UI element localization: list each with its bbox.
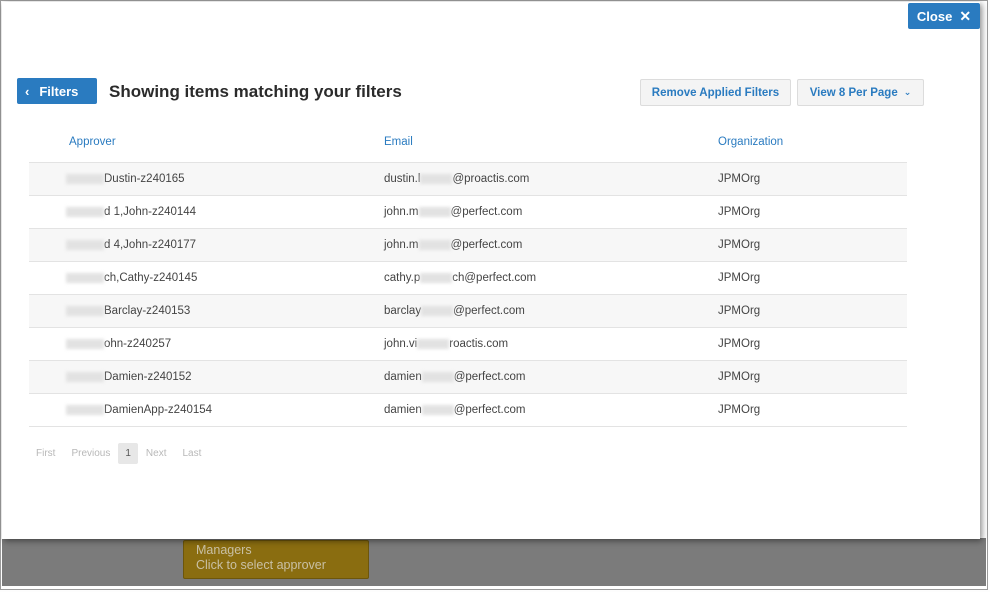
header-approver[interactable]: Approver xyxy=(69,136,116,148)
email-cell: cathy.p ch@perfect.com xyxy=(384,272,537,284)
redacted-block xyxy=(420,173,453,184)
redacted-block xyxy=(66,305,104,316)
redacted-block xyxy=(417,338,450,349)
chevron-left-icon: ‹ xyxy=(25,83,30,99)
email-cell: john.m @perfect.com xyxy=(384,239,523,251)
filters-label: Filters xyxy=(39,83,79,99)
table-row[interactable]: DamienApp-z240154 damien @perfect.com JPM… xyxy=(29,394,907,427)
managers-card-title: Managers xyxy=(196,543,252,557)
approver-cell: Barclay-z240153 xyxy=(66,305,190,317)
table-row[interactable]: d 1,John-z240144 john.m @perfect.com JPMO… xyxy=(29,196,907,229)
redacted-block xyxy=(421,305,454,316)
table-row[interactable]: d 4,John-z240177 john.m @perfect.com JPMO… xyxy=(29,229,907,262)
approver-cell: ch,Cathy-z240145 xyxy=(66,272,197,284)
per-page-label: View 8 Per Page xyxy=(809,86,898,99)
pager-previous[interactable]: Previous xyxy=(71,448,110,459)
redacted-block xyxy=(66,239,104,250)
table-row[interactable]: Damien-z240152 damien @perfect.com JPMOrg xyxy=(29,361,907,394)
chevron-down-icon: ⌄ xyxy=(903,87,912,97)
redacted-block xyxy=(66,338,104,349)
table-row[interactable]: ch,Cathy-z240145 cathy.p ch@perfect.com J… xyxy=(29,262,907,295)
organization-cell: JPMOrg xyxy=(718,206,761,218)
email-cell: damien @perfect.com xyxy=(384,404,526,416)
organization-cell: JPMOrg xyxy=(718,404,761,416)
email-cell: john.m @perfect.com xyxy=(384,206,523,218)
table-body: Dustin-z240165 dustin.l @proactis.com JPM… xyxy=(29,163,907,427)
redacted-block xyxy=(66,272,104,283)
approver-cell: Dustin-z240165 xyxy=(66,173,185,185)
approver-cell: DamienApp-z240154 xyxy=(66,404,212,416)
approver-table: Approver Email Organization Dustin-z2401… xyxy=(29,128,907,427)
close-button[interactable]: Close ✕ xyxy=(908,3,980,29)
approver-cell: ohn-z240257 xyxy=(66,338,171,350)
overlay-shade xyxy=(2,538,986,586)
pager-next[interactable]: Next xyxy=(146,448,167,459)
page-title: Showing items matching your filters xyxy=(109,82,402,101)
table-row[interactable]: ohn-z240257 john.vi roactis.com JPMOrg xyxy=(29,328,907,361)
redacted-block xyxy=(418,206,451,217)
close-label: Close xyxy=(916,8,953,24)
approver-cell: d 4,John-z240177 xyxy=(66,239,196,251)
organization-cell: JPMOrg xyxy=(718,371,761,383)
table-header: Approver Email Organization xyxy=(29,128,907,163)
redacted-block xyxy=(66,173,104,184)
email-cell: john.vi roactis.com xyxy=(384,338,509,350)
filters-button[interactable]: ‹ Filters xyxy=(17,78,97,104)
remove-applied-filters-button[interactable]: Remove Applied Filters xyxy=(640,79,791,106)
redacted-block xyxy=(421,404,454,415)
approver-cell: Damien-z240152 xyxy=(66,371,192,383)
organization-cell: JPMOrg xyxy=(718,338,761,350)
close-icon: ✕ xyxy=(959,7,972,24)
pager-first[interactable]: First xyxy=(36,448,55,459)
email-cell: dustin.l @proactis.com xyxy=(384,173,530,185)
managers-card[interactable]: Managers Click to select approver xyxy=(183,540,369,579)
table-row[interactable]: Barclay-z240153 barclay @perfect.com JPMO… xyxy=(29,295,907,328)
header-organization[interactable]: Organization xyxy=(718,136,783,148)
email-cell: barclay @perfect.com xyxy=(384,305,525,317)
organization-cell: JPMOrg xyxy=(718,173,761,185)
table-row[interactable]: Dustin-z240165 dustin.l @proactis.com JPM… xyxy=(29,163,907,196)
redacted-block xyxy=(420,272,453,283)
pager-current-page[interactable]: 1 xyxy=(118,442,138,464)
organization-cell: JPMOrg xyxy=(718,272,761,284)
pager-last[interactable]: Last xyxy=(182,448,201,459)
header-email[interactable]: Email xyxy=(384,136,413,148)
organization-cell: JPMOrg xyxy=(718,305,761,317)
pagination: First Previous 1 Next Last xyxy=(36,442,217,464)
per-page-dropdown[interactable]: View 8 Per Page ⌄ xyxy=(797,79,924,106)
redacted-block xyxy=(418,239,451,250)
redacted-block xyxy=(66,404,104,415)
organization-cell: JPMOrg xyxy=(718,239,761,251)
email-cell: damien @perfect.com xyxy=(384,371,526,383)
managers-card-hint: Click to select approver xyxy=(196,558,326,572)
redacted-block xyxy=(66,371,104,382)
redacted-block xyxy=(66,206,104,217)
redacted-block xyxy=(421,371,454,382)
remove-filters-label: Remove Applied Filters xyxy=(651,86,780,99)
approver-cell: d 1,John-z240144 xyxy=(66,206,196,218)
